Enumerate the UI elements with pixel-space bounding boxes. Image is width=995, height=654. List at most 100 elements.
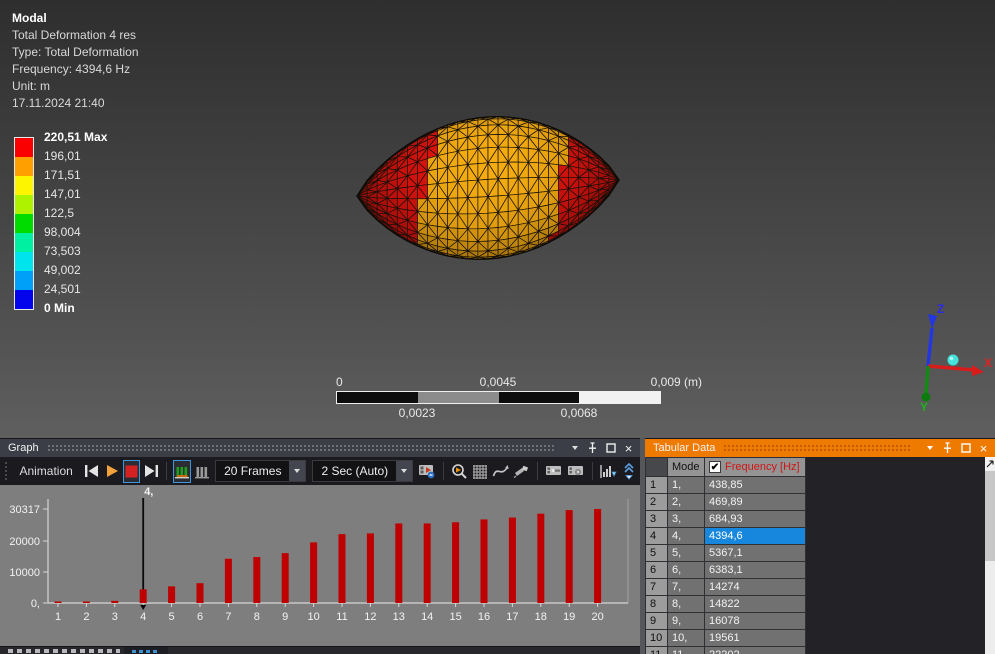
close-icon[interactable]: × [621,441,636,455]
frequency-bar-chart[interactable]: 0,10000200003031712345678910111213141516… [0,485,640,646]
skip-to-end-button[interactable] [142,460,160,483]
frequency-cell[interactable]: 14274 [705,579,806,596]
frequency-cell[interactable]: 4394,6 [705,528,806,545]
iso-ball[interactable] [948,355,959,366]
3d-viewport[interactable]: Modal Total Deformation 4 res Type: Tota… [0,0,995,438]
pin-icon[interactable] [940,441,955,455]
duration-dropdown-arrow[interactable] [396,461,412,481]
export-keyframes-button[interactable] [544,460,564,483]
panel-menu-icon[interactable] [922,441,937,455]
toolbar-overflow-chevron[interactable] [620,460,638,483]
mode-cell[interactable]: 3, [668,511,705,528]
frequency-cell[interactable]: 5367,1 [705,545,806,562]
frequency-checkbox[interactable]: ✔ [709,461,721,473]
frequency-bar[interactable] [452,522,459,603]
row-number-cell[interactable]: 7 [646,579,668,596]
frequency-bar[interactable] [395,523,402,603]
toolbar-gripper[interactable] [4,461,7,481]
tabular-panel-titlebar[interactable]: Tabular Data × [645,439,995,457]
scrollbar-thumb[interactable] [985,471,995,561]
row-number-cell[interactable]: 4 [646,528,668,545]
stop-button[interactable] [123,460,141,483]
frequency-cell[interactable]: 22202 [705,647,806,654]
frequency-bar[interactable] [225,559,232,603]
frequency-bar[interactable] [566,510,573,603]
frequency-bar[interactable] [509,518,516,603]
clipped-bottom-tabs[interactable] [0,646,640,654]
close-icon[interactable]: × [976,441,991,455]
export-video-button[interactable] [417,460,437,483]
row-number-cell[interactable]: 9 [646,613,668,630]
frequency-bar[interactable] [537,514,544,603]
panel-menu-icon[interactable] [567,441,582,455]
row-number-cell[interactable]: 5 [646,545,668,562]
clipped-selected-tab[interactable] [124,647,168,654]
mode-cell[interactable]: 6, [668,562,705,579]
result-columns-view-button[interactable] [193,460,211,483]
result-sets-button[interactable] [598,460,618,483]
result-bars-view-button[interactable] [173,460,191,483]
x-axis[interactable] [928,366,974,370]
curve-tool-button[interactable] [491,460,510,483]
model-mesh[interactable] [0,0,995,438]
frequency-cell[interactable]: 16078 [705,613,806,630]
orientation-triad[interactable]: Z X Y [880,296,992,414]
mode-cell[interactable]: 9, [668,613,705,630]
mode-cell[interactable]: 10, [668,630,705,647]
probe-camera-button[interactable] [512,460,531,483]
frequency-bar[interactable] [253,557,260,603]
row-number-cell[interactable]: 6 [646,562,668,579]
row-number-cell[interactable]: 1 [646,477,668,494]
frequency-bar[interactable] [481,519,488,603]
frequency-bar[interactable] [168,586,175,603]
mode-cell[interactable]: 2, [668,494,705,511]
mode-column-header[interactable]: Mode [668,458,705,477]
graph-panel-titlebar[interactable]: Graph × [0,439,640,457]
maximize-icon[interactable] [603,441,618,455]
frequency-cell[interactable]: 19561 [705,630,806,647]
mode-cell[interactable]: 1, [668,477,705,494]
maximize-icon[interactable] [958,441,973,455]
frequency-cell[interactable]: 469,89 [705,494,806,511]
frequency-bar[interactable] [111,601,118,603]
grid-view-button[interactable] [471,460,489,483]
frequency-cell[interactable]: 6383,1 [705,562,806,579]
y-axis[interactable] [926,366,928,394]
frequency-cell[interactable]: 14822 [705,596,806,613]
frequency-bar[interactable] [424,523,431,603]
mode-cell[interactable]: 5, [668,545,705,562]
keyframe-settings-button[interactable] [566,460,586,483]
frequency-cell[interactable]: 438,85 [705,477,806,494]
frequency-bar[interactable] [367,533,374,603]
mode-cell[interactable]: 11, [668,647,705,654]
row-number-cell[interactable]: 10 [646,630,668,647]
frequency-bar[interactable] [197,583,204,603]
z-axis[interactable] [928,328,932,366]
mode-cell[interactable]: 7, [668,579,705,596]
frequency-bar[interactable] [310,542,317,603]
mode-cell[interactable]: 8, [668,596,705,613]
row-number-cell[interactable]: 2 [646,494,668,511]
skip-to-start-button[interactable] [83,460,101,483]
table-scrollbar[interactable] [985,457,995,654]
play-button[interactable] [103,460,121,483]
mode-cell[interactable]: 4, [668,528,705,545]
frequency-cell[interactable]: 684,93 [705,511,806,528]
table-corner-cell[interactable] [646,458,668,477]
frequency-bar[interactable] [339,534,346,603]
frequency-column-header[interactable]: ✔ Frequency [Hz] [705,458,806,477]
scrollbar-top-button[interactable] [985,457,995,470]
row-number-cell[interactable]: 11 [646,647,668,654]
frequency-bar[interactable] [140,589,147,603]
duration-dropdown[interactable]: 2 Sec (Auto) [312,460,413,482]
zoom-to-range-button[interactable] [450,460,469,483]
frequency-bar[interactable] [282,553,289,603]
row-number-cell[interactable]: 8 [646,596,668,613]
frames-dropdown[interactable]: 20 Frames [215,460,306,482]
pin-icon[interactable] [585,441,600,455]
frequency-bar[interactable] [594,509,601,603]
frequency-bar[interactable] [55,602,62,604]
frames-dropdown-arrow[interactable] [289,461,305,481]
row-number-cell[interactable]: 3 [646,511,668,528]
frequency-bar[interactable] [83,602,90,604]
